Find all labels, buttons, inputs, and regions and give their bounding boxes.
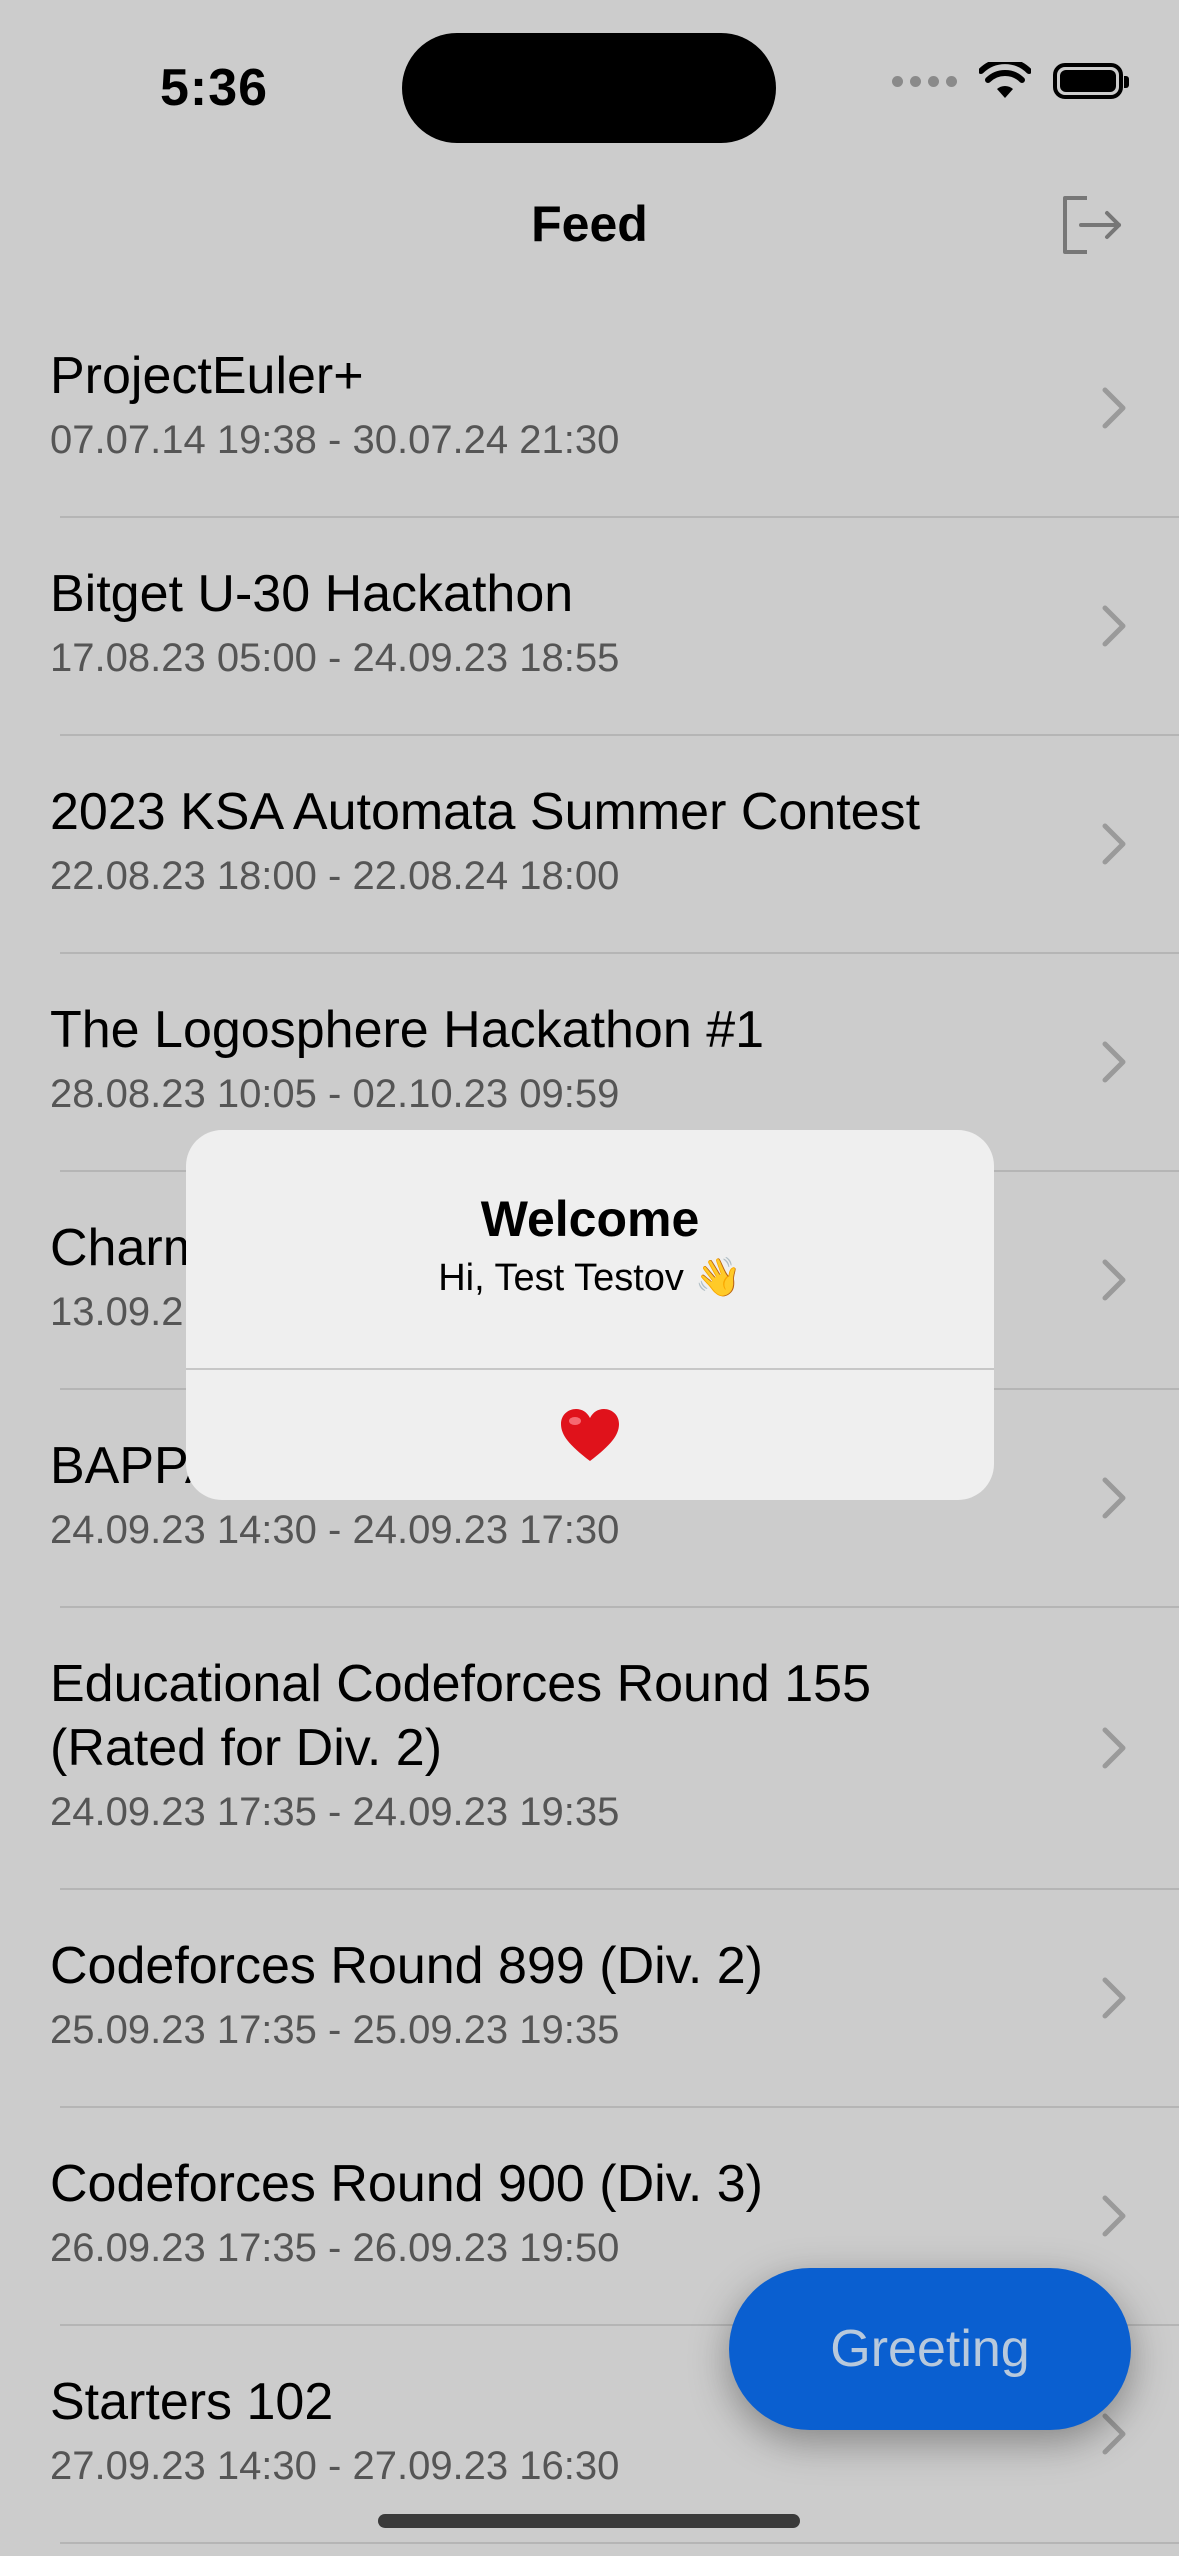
feed-row-dates: 22.08.23 18:00 - 22.08.24 18:00	[50, 854, 620, 898]
status-time: 5:36	[160, 59, 269, 117]
logout-icon[interactable]	[1057, 190, 1127, 260]
feed-row-dates: 07.07.14 19:38 - 30.07.24 21:30	[50, 418, 620, 462]
heart-icon	[561, 1409, 619, 1461]
alert-message: Hi, Test Testov 👋	[438, 1257, 742, 1299]
feed-row[interactable]: Educational Codeforces Round 155 (Rated …	[50, 1608, 1179, 1890]
feed-row[interactable]: Codeforces Round 899 (Div. 2) 25.09.23 17…	[50, 1890, 1179, 2108]
feed-row-dates: 28.08.23 10:05 - 02.10.23 09:59	[50, 1072, 620, 1116]
feed-row-title: ProjectEuler+	[50, 347, 364, 405]
feed-row-content: Codeforces Round 899 (Div. 2) 25.09.23 17…	[50, 1890, 1179, 2106]
feed-row-content: ProjectEuler+ 07.07.14 19:38 - 30.07.24 2…	[50, 300, 1179, 516]
feed-row-dates: 17.08.23 05:00 - 24.09.23 18:55	[50, 636, 620, 680]
chevron-right-icon	[1102, 1727, 1126, 1769]
feed-row-title: Bitget U-30 Hackathon	[50, 565, 574, 623]
chevron-right-icon	[1102, 2413, 1126, 2455]
home-indicator	[378, 2514, 800, 2528]
feed-row-title: 2023 KSA Automata Summer Contest	[50, 783, 921, 841]
feed-row-content: 2023 KSA Automata Summer Contest 22.08.23…	[50, 736, 1179, 952]
feed-row-title: Educational Codeforces Round 155 (Rated …	[50, 1655, 872, 1777]
feed-row-dates: 24.09.23 17:35 - 24.09.23 19:35	[50, 1790, 620, 1834]
chevron-right-icon	[1102, 1041, 1126, 1083]
status-icons	[892, 62, 1129, 100]
feed-row[interactable]: ProjectEuler+ 07.07.14 19:38 - 30.07.24 2…	[50, 300, 1179, 518]
feed-row-title: The Logosphere Hackathon #1	[50, 1001, 765, 1059]
chevron-right-icon	[1102, 605, 1126, 647]
chevron-right-icon	[1102, 387, 1126, 429]
feed-row-dates: 24.09.23 14:30 - 24.09.23 17:30	[50, 1508, 620, 1552]
feed-row-dates: 26.09.23 17:35 - 26.09.23 19:50	[50, 2226, 620, 2270]
feed-row-title: Codeforces Round 900 (Div. 3)	[50, 2155, 763, 2213]
feed-row[interactable]: Bitget U-30 Hackathon 17.08.23 05:00 - 24…	[50, 518, 1179, 736]
greeting-button[interactable]: Greeting	[729, 2268, 1131, 2430]
feed-row-dates: 27.09.23 14:30 - 27.09.23 16:30	[50, 2444, 620, 2488]
feed-row-title: Codeforces Round 899 (Div. 2)	[50, 1937, 763, 1995]
alert-title: Welcome	[480, 1191, 700, 1247]
dynamic-island	[402, 33, 776, 143]
chevron-right-icon	[1102, 2195, 1126, 2237]
cellular-signal-icon	[892, 75, 957, 87]
welcome-alert: Welcome Hi, Test Testov 👋	[186, 1130, 994, 1500]
battery-icon	[1053, 63, 1129, 99]
feed-row[interactable]: 2023 KSA Automata Summer Contest 22.08.23…	[50, 736, 1179, 954]
heart-button[interactable]	[186, 1370, 994, 1500]
wifi-icon	[979, 62, 1031, 98]
feed-row-dates: 25.09.23 17:35 - 25.09.23 19:35	[50, 2008, 620, 2052]
page-title: Feed	[531, 196, 648, 252]
chevron-right-icon	[1102, 1477, 1126, 1519]
feed-row-content: Educational Codeforces Round 155 (Rated …	[50, 1608, 1179, 1888]
chevron-right-icon	[1102, 1977, 1126, 2019]
feed-row-content: Bitget U-30 Hackathon 17.08.23 05:00 - 24…	[50, 518, 1179, 734]
chevron-right-icon	[1102, 823, 1126, 865]
chevron-right-icon	[1102, 1259, 1126, 1301]
